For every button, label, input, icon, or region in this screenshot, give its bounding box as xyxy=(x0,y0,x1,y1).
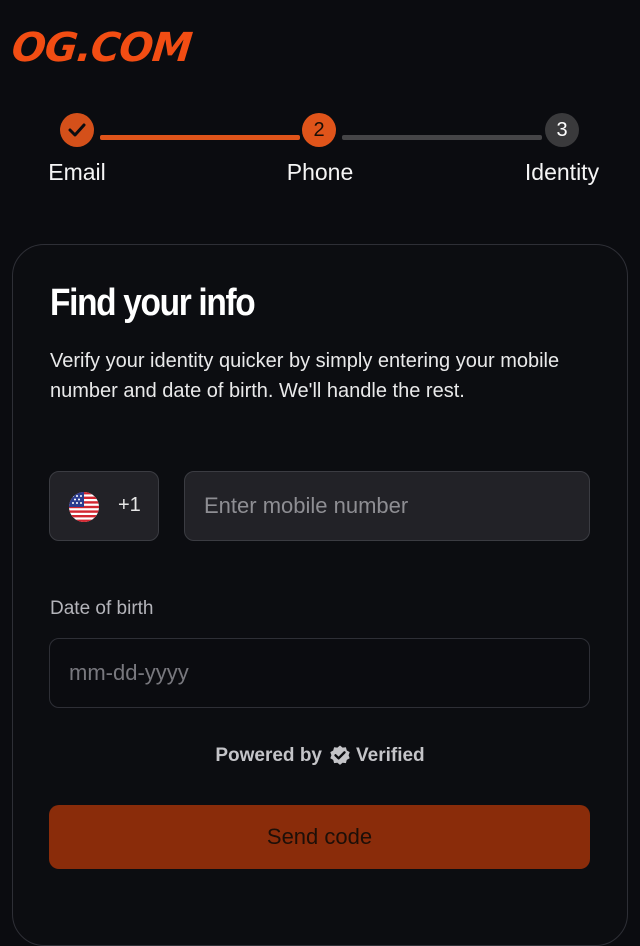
dob-label: Date of birth xyxy=(50,598,154,619)
powered-by-prefix: Powered by xyxy=(215,745,322,766)
powered-by-brand: Verified xyxy=(356,745,425,766)
date-of-birth-input[interactable] xyxy=(49,638,590,708)
step-connector-pending xyxy=(342,135,542,140)
country-code-selector[interactable]: +1 xyxy=(49,471,159,541)
step-email-label: Email xyxy=(48,159,106,185)
brand-logo: OG.COM xyxy=(9,25,194,71)
dial-code: +1 xyxy=(118,494,141,516)
page-title: Find your info xyxy=(50,282,256,324)
mobile-number-input[interactable] xyxy=(184,471,590,541)
verified-badge-icon xyxy=(328,744,352,768)
step-phone-indicator: 2 xyxy=(302,113,336,147)
step-connector-complete xyxy=(100,135,300,140)
send-code-button[interactable]: Send code xyxy=(49,805,590,869)
step-identity-indicator: 3 xyxy=(545,113,579,147)
step-phone-label: Phone xyxy=(286,159,354,185)
form-description: Verify your identity quicker by simply e… xyxy=(50,350,560,402)
check-icon xyxy=(68,123,86,137)
us-flag-icon xyxy=(69,492,99,522)
powered-by: Powered by Verified xyxy=(0,744,640,768)
progress-stepper: 2 3 Email Phone Identity xyxy=(0,112,640,192)
step-identity-label: Identity xyxy=(524,159,600,185)
step-email-indicator xyxy=(60,113,94,147)
